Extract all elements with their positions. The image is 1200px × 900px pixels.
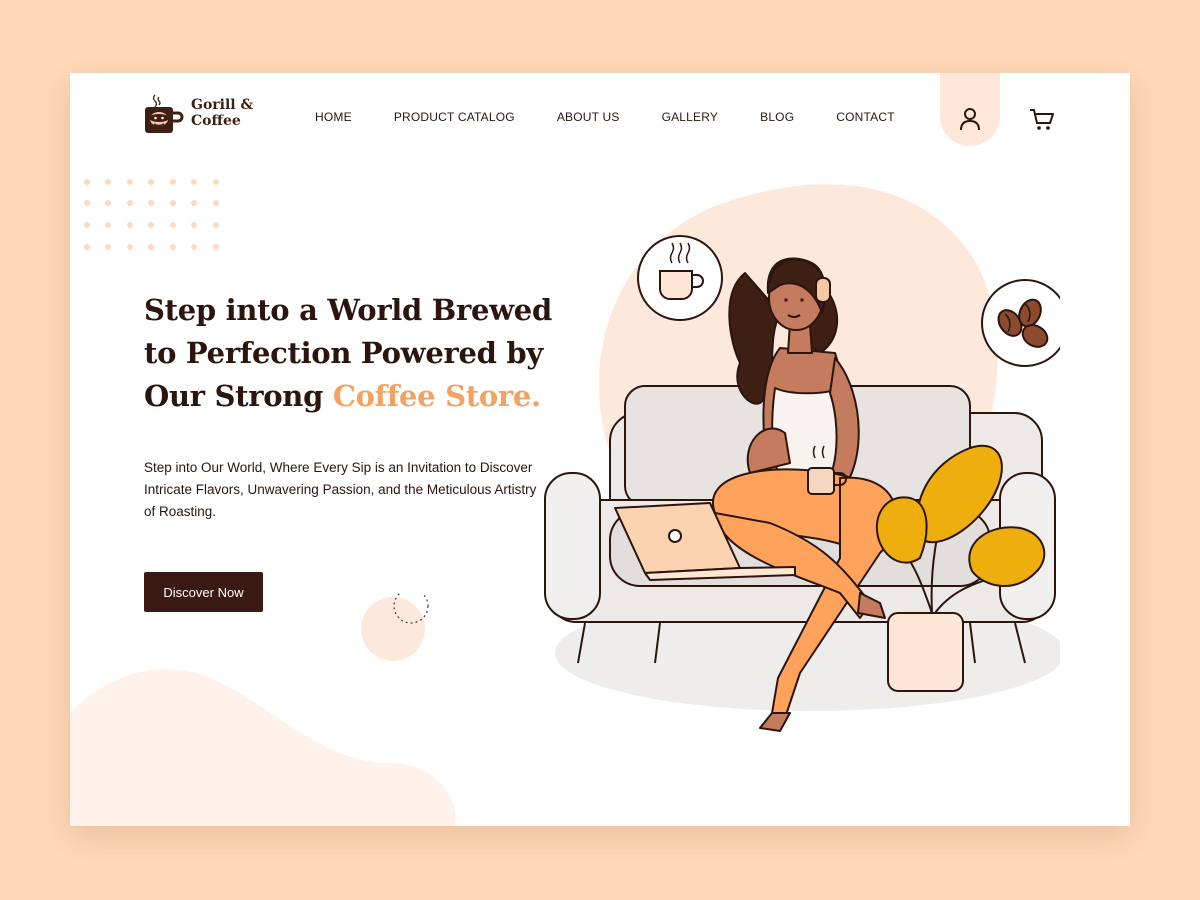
hero-illustration (544, 184, 1060, 732)
brand-name: Gorill & Coffee (191, 97, 253, 129)
brand-name-line2: Coffee (191, 113, 241, 129)
nav-item-gallery[interactable]: GALLERY (662, 110, 719, 124)
coffee-cup-badge (637, 235, 723, 321)
cart-icon (1030, 109, 1054, 130)
headline-line-3: Our Strong (144, 379, 333, 413)
nav-item-blog[interactable]: BLOG (760, 110, 794, 124)
brand-logo[interactable]: Gorill & Coffee (143, 91, 253, 135)
headline-line-1: Step into a World Brewed (144, 293, 552, 327)
discover-now-button[interactable]: Discover Now (144, 572, 263, 612)
main-nav: HOME PRODUCT CATALOG ABOUT US GALLERY BL… (315, 110, 895, 124)
nav-item-home[interactable]: HOME (315, 110, 352, 124)
brand-name-line1: Gorill & (191, 97, 254, 113)
decorative-circles (361, 593, 429, 661)
hero-headline: Step into a World Brewed to Perfection P… (144, 289, 564, 418)
headline-accent: Coffee Store. (332, 379, 541, 413)
cart-button[interactable] (1028, 105, 1056, 133)
user-icon (960, 108, 980, 131)
nav-item-about-us[interactable]: ABOUT US (557, 110, 620, 124)
nav-item-product-catalog[interactable]: PRODUCT CATALOG (394, 110, 515, 124)
decorative-dot-grid (84, 179, 219, 250)
headline-line-2: to Perfection Powered by (144, 336, 543, 370)
coffee-beans-badge (981, 279, 1060, 367)
nav-item-contact[interactable]: CONTACT (836, 110, 895, 124)
hero-description: Step into Our World, Where Every Sip is … (144, 460, 537, 519)
landing-page-card: Gorill & Coffee HOME PRODUCT CATALOG ABO… (70, 73, 1130, 826)
account-button[interactable] (956, 105, 984, 133)
gorilla-mug-icon (145, 94, 184, 133)
